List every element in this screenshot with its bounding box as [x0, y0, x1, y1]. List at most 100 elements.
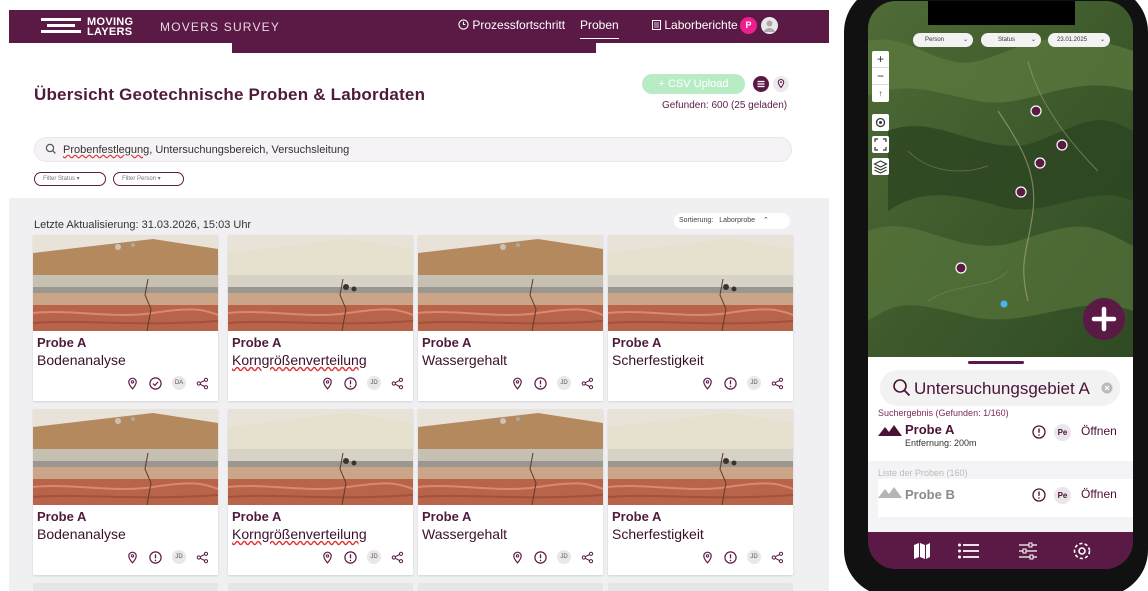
- page-title: Übersicht Geotechnische Proben & Laborda…: [34, 85, 426, 104]
- map-view-button[interactable]: [773, 76, 789, 92]
- sample-analysis: Bodenanalyse: [37, 526, 126, 542]
- search-result-row[interactable]: Probe A Entfernung: 200m Pe Öffnen: [878, 419, 1133, 457]
- profile-avatar[interactable]: [761, 17, 778, 34]
- csv-upload-button[interactable]: + CSV Upload: [642, 74, 745, 94]
- open-button[interactable]: Öffnen: [1081, 424, 1117, 438]
- mobile-filter-status-label: Status: [998, 37, 1016, 43]
- list-icon: [757, 80, 765, 88]
- active-tab-indicator: [232, 43, 596, 53]
- card-actions: JD: [321, 550, 404, 564]
- document-icon: [652, 20, 661, 30]
- user-avatar-initial[interactable]: P: [740, 17, 757, 34]
- results-count: Gefunden: 600 (25 geladen): [662, 100, 788, 111]
- open-button[interactable]: Öffnen: [1081, 487, 1117, 501]
- zoom-controls: + − ↑: [872, 51, 889, 102]
- nav-prozessfortschritt[interactable]: Prozessfortschritt: [458, 18, 565, 32]
- soil-layers-image: [608, 235, 793, 331]
- assignee-badge: JD: [747, 550, 761, 564]
- map-pin-icon[interactable]: [701, 551, 714, 564]
- card-actions: JD: [126, 550, 209, 564]
- soil-layers-image: [228, 409, 413, 505]
- sample-card[interactable]: Probe A Bodenanalyse JD: [33, 409, 218, 575]
- map-icon[interactable]: [912, 541, 932, 561]
- share-icon[interactable]: [771, 377, 784, 390]
- share-icon[interactable]: [391, 551, 404, 564]
- search-input[interactable]: Probenfestlegung, Untersuchungsbereich, …: [34, 137, 792, 162]
- map-pin-icon: [777, 78, 785, 89]
- map-pin-icon[interactable]: [126, 377, 139, 390]
- map-pin-icon[interactable]: [511, 551, 524, 564]
- share-icon[interactable]: [391, 377, 404, 390]
- soil-layers-image: [608, 409, 793, 505]
- check-circle-icon: [149, 376, 162, 390]
- mobile-filter-date[interactable]: 23.01.2025 ⌄: [1048, 33, 1110, 47]
- add-sample-button[interactable]: [1083, 298, 1125, 340]
- locate-icon: [875, 117, 886, 128]
- locate-button[interactable]: [872, 114, 889, 131]
- sample-image: [608, 409, 793, 505]
- sort-value: Laborprobe: [719, 217, 756, 224]
- share-icon[interactable]: [581, 377, 594, 390]
- moving-layers-logo[interactable]: MOVING LAYERS: [41, 16, 141, 38]
- sheet-drag-handle[interactable]: [968, 361, 1024, 364]
- card-placeholder: [33, 583, 218, 591]
- map-pin-icon[interactable]: [126, 551, 139, 564]
- share-icon[interactable]: [581, 551, 594, 564]
- nav-laborberichte[interactable]: Laborberichte: [652, 18, 738, 32]
- share-icon[interactable]: [196, 551, 209, 564]
- gear-icon[interactable]: [1072, 541, 1092, 561]
- bottom-sheet: Untersuchungsgebiet A Suchergebnis (Gefu…: [868, 357, 1133, 532]
- assignee-badge: JD: [367, 550, 381, 564]
- sample-name: Probe A: [232, 509, 282, 524]
- mobile-filter-person-label: Person: [925, 37, 945, 43]
- nav-proben-label: Proben: [580, 18, 619, 32]
- share-icon[interactable]: [771, 551, 784, 564]
- chevron-down-icon: ⌄: [1099, 37, 1105, 43]
- map-pin-icon[interactable]: [321, 377, 334, 390]
- chevron-up-icon: ⌃: [762, 217, 769, 224]
- sample-card[interactable]: Probe A Wassergehalt JD: [418, 235, 603, 401]
- layers-button[interactable]: [872, 158, 889, 175]
- card-placeholder: [418, 583, 603, 591]
- fullscreen-button[interactable]: [872, 136, 889, 153]
- sample-card[interactable]: Probe A Scherfestigkeit JD: [608, 409, 793, 575]
- search-icon: [893, 379, 911, 397]
- desktop-app: MOVING LAYERS MOVERS SURVEY Prozessforts…: [9, 10, 829, 591]
- search-icon: [45, 143, 56, 154]
- sample-card[interactable]: Probe A Bodenanalyse DA: [33, 235, 218, 401]
- filter-status-dropdown[interactable]: Filter Status ▾: [34, 172, 106, 186]
- compass-button[interactable]: ↑: [872, 85, 889, 102]
- zoom-in-button[interactable]: +: [872, 51, 889, 68]
- clock-icon: [458, 19, 469, 30]
- mobile-filter-person[interactable]: Person ⌄: [913, 33, 973, 47]
- sample-card[interactable]: Probe A Korngrößenverteilung JD: [228, 409, 413, 575]
- logo-icon: [41, 18, 81, 36]
- share-icon[interactable]: [196, 377, 209, 390]
- sample-card[interactable]: Probe A Wassergehalt JD: [418, 409, 603, 575]
- clear-icon[interactable]: [1101, 382, 1113, 394]
- sample-analysis: Scherfestigkeit: [612, 526, 704, 542]
- card-actions: JD: [701, 550, 784, 564]
- nav-proben[interactable]: Proben: [580, 18, 619, 39]
- list-icon[interactable]: [957, 541, 979, 561]
- map-pin-icon[interactable]: [321, 551, 334, 564]
- sort-label: Sortierung:: [679, 217, 714, 224]
- top-navigation-bar: MOVING LAYERS MOVERS SURVEY Prozessforts…: [9, 10, 829, 43]
- sample-card[interactable]: Probe A Korngrößenverteilung JD: [228, 235, 413, 401]
- sliders-icon[interactable]: [1018, 541, 1038, 561]
- sample-card[interactable]: Probe A Scherfestigkeit JD: [608, 235, 793, 401]
- nav-prozessfortschritt-label: Prozessfortschritt: [472, 18, 566, 32]
- list-view-button[interactable]: [753, 76, 769, 92]
- person-icon: [764, 20, 775, 32]
- zoom-out-button[interactable]: −: [872, 68, 889, 85]
- mobile-search-input[interactable]: Untersuchungsgebiet A: [880, 370, 1120, 406]
- sample-list-row[interactable]: Probe B Pe Öffnen: [878, 479, 1133, 517]
- sample-image: [418, 235, 603, 331]
- mobile-filter-status[interactable]: Status ⌄: [981, 33, 1041, 47]
- mobile-phone-frame: Person ⌄ Status ⌄ 23.01.2025 ⌄ + − ↑ Unt…: [844, 0, 1148, 591]
- filter-person-dropdown[interactable]: Filter Person ▾: [113, 172, 184, 186]
- map-pin-icon[interactable]: [511, 377, 524, 390]
- sample-name: Probe A: [612, 335, 662, 350]
- sort-dropdown[interactable]: Sortierung: Laborprobe ⌃: [674, 213, 790, 229]
- map-pin-icon[interactable]: [701, 377, 714, 390]
